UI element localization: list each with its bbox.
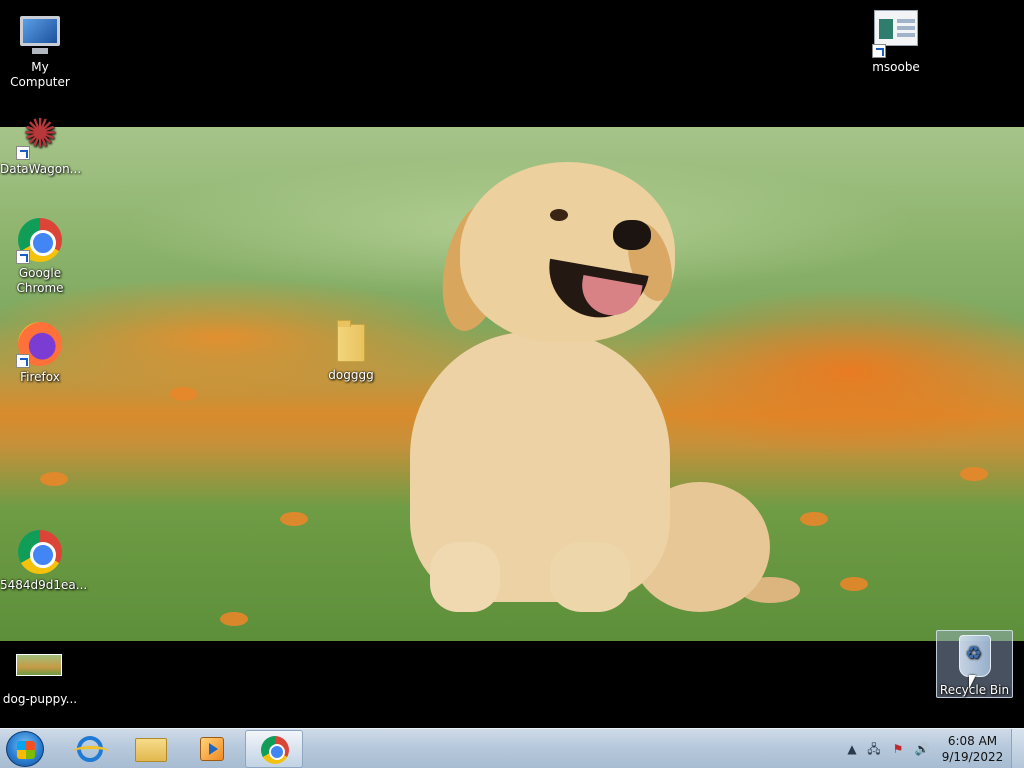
wallpaper-leaf <box>840 577 868 591</box>
clock-date: 9/19/2022 <box>941 750 1004 764</box>
wallpaper-leaf <box>800 512 828 526</box>
shortcut-arrow-icon <box>16 354 30 368</box>
taskbar-button-media-player[interactable] <box>182 730 240 768</box>
show-desktop-button[interactable] <box>1011 729 1024 768</box>
taskbar-button-internet-explorer[interactable] <box>60 730 118 768</box>
desktop-icon-my-computer[interactable]: My Computer <box>0 10 80 90</box>
start-button[interactable] <box>6 731 44 767</box>
puppy-leg <box>430 542 500 612</box>
desktop-icon-label: dog-puppy... <box>2 692 78 706</box>
computer-icon <box>16 10 64 58</box>
desktop-icon-google-chrome[interactable]: Google Chrome <box>0 216 80 296</box>
msoobe-icon <box>872 10 920 58</box>
taskbar: ▲ 🖧 ⚑ 🔊 6:08 AM 9/19/2022 <box>0 728 1024 768</box>
network-icon[interactable]: 🖧 <box>866 741 882 757</box>
desktop-wallpaper <box>0 127 1024 641</box>
desktop-icon-dog-puppy-image[interactable]: dog-puppy... <box>0 642 80 707</box>
recycle-bin-icon <box>951 633 999 681</box>
desktop-icon-label: Firefox <box>20 370 60 384</box>
chrome-icon <box>16 216 64 264</box>
desktop-icon-label: DataWagon... <box>0 162 82 176</box>
wallpaper-puppy <box>400 162 800 641</box>
chrome-icon <box>16 528 64 576</box>
wallpaper-leaf <box>280 512 308 526</box>
puppy-nose <box>613 220 651 250</box>
image-file-icon <box>16 642 64 690</box>
volume-icon[interactable]: 🔊 <box>914 741 930 757</box>
action-center-icon[interactable]: ⚑ <box>890 741 906 757</box>
desktop-icon-label: 5484d9d1ea... <box>0 578 88 592</box>
puppy-leg <box>550 542 630 612</box>
explorer-folder-icon <box>135 738 167 762</box>
desktop-icon-msoobe[interactable]: msoobe <box>856 10 936 75</box>
desktop-icon-label: My Computer <box>10 60 70 89</box>
taskbar-button-google-chrome[interactable] <box>245 730 303 768</box>
taskbar-clock[interactable]: 6:08 AM 9/19/2022 <box>930 733 1015 765</box>
show-hidden-icons-arrow-icon[interactable]: ▲ <box>844 741 860 757</box>
datawagon-icon: ✺ <box>16 112 64 160</box>
mouse-cursor-icon <box>969 675 976 689</box>
clock-time: 6:08 AM <box>947 734 998 748</box>
chrome-icon <box>261 736 289 764</box>
desktop-icon-dogggg-folder[interactable]: dogggg <box>311 318 391 383</box>
desktop-icon-label: dogggg <box>328 368 374 382</box>
desktop-icon-label: msoobe <box>872 60 920 74</box>
shortcut-arrow-icon <box>16 146 30 160</box>
desktop-icon-datawagon[interactable]: ✺ DataWagon... <box>0 112 82 177</box>
wallpaper-leaf <box>170 387 198 401</box>
wallpaper-leaf <box>960 467 988 481</box>
shortcut-arrow-icon <box>16 250 30 264</box>
desktop-icon-label: Google Chrome <box>16 266 64 295</box>
desktop-icon-chrome-download[interactable]: 5484d9d1ea... <box>0 528 88 593</box>
shortcut-arrow-icon <box>872 44 886 58</box>
wallpaper-leaf <box>220 612 248 626</box>
desktop-icon-firefox[interactable]: Firefox <box>0 320 80 385</box>
ie-icon <box>73 736 109 762</box>
folder-icon <box>327 318 375 366</box>
puppy-eye <box>550 209 568 221</box>
firefox-icon <box>16 320 64 368</box>
taskbar-button-windows-explorer[interactable] <box>121 730 179 768</box>
wallpaper-leaf <box>40 472 68 486</box>
media-player-icon <box>200 737 224 761</box>
